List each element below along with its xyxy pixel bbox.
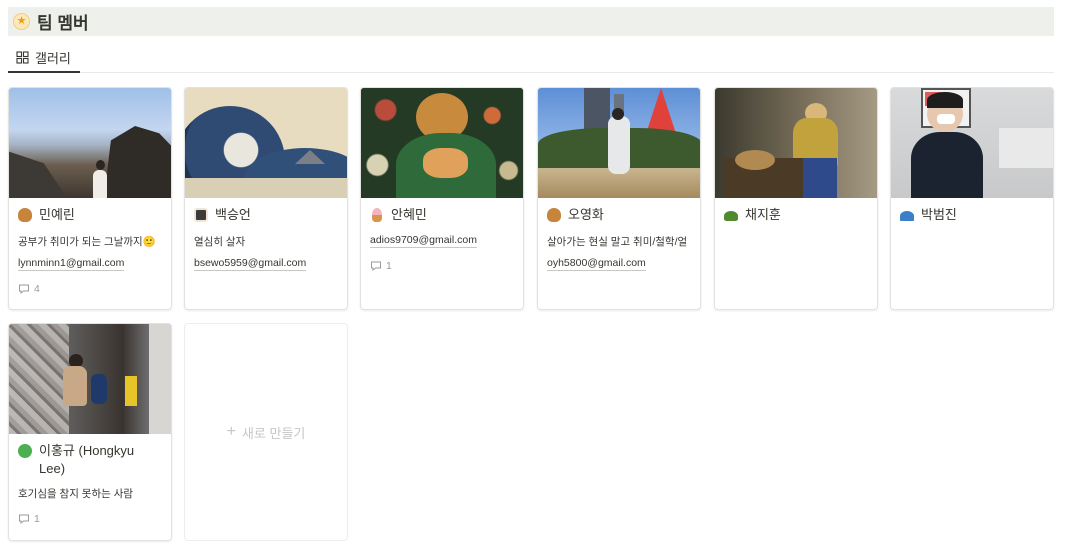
- card-title: 안혜민: [391, 207, 427, 222]
- card-title: 민예린: [39, 207, 75, 222]
- comment-icon: [19, 514, 29, 525]
- card-cover-image: [9, 324, 171, 434]
- page-title[interactable]: 팀 멤버: [37, 9, 89, 34]
- comment-icon: [371, 261, 381, 272]
- new-card-button[interactable]: + 새로 만들기: [184, 323, 348, 541]
- tab-gallery[interactable]: 갤러리: [8, 44, 80, 73]
- card-cover-image: [185, 88, 347, 198]
- card-title: 채지훈: [745, 207, 781, 222]
- card-email[interactable]: lynnminn1@gmail.com: [18, 257, 125, 271]
- gallery-card-4[interactable]: 오영화 살아가는 현실 말고 취미/철학/얼 oyh5800@gmail.com: [537, 87, 701, 310]
- comment-count: 1: [18, 513, 162, 525]
- card-title: 박범진: [921, 207, 957, 222]
- gallery-card-1[interactable]: 민예린 공부가 취미가 되는 그날까지🙂 lynnminn1@gmail.com…: [8, 87, 172, 310]
- gallery-grid-icon: [16, 51, 29, 64]
- ice-cream-icon: [372, 208, 382, 222]
- gallery-card-6[interactable]: 박범진: [890, 87, 1054, 310]
- blue-cap-icon: [900, 211, 914, 221]
- card-bio: 호기심을 참지 못하는 사람: [18, 488, 134, 500]
- card-email[interactable]: bsewo5959@gmail.com: [194, 257, 307, 271]
- squirrel-icon: [18, 208, 32, 222]
- card-email[interactable]: adios9709@gmail.com: [370, 234, 477, 248]
- card-cover-image: [538, 88, 700, 198]
- card-bio: 살아가는 현실 말고 취미/철학/얼: [547, 236, 688, 248]
- new-card-label: 새로 만들기: [241, 425, 306, 441]
- gallery-card-2[interactable]: 백승언 열심히 살자 bsewo5959@gmail.com: [184, 87, 348, 310]
- gallery-card-5[interactable]: 채지훈: [714, 87, 878, 310]
- card-email[interactable]: oyh5800@gmail.com: [547, 257, 646, 271]
- card-cover-image: [361, 88, 523, 198]
- avatar-icon: [194, 208, 208, 222]
- star-emoji-icon[interactable]: ★: [13, 13, 30, 30]
- card-cover-image: [891, 88, 1053, 198]
- card-bio: 열심히 살자: [194, 236, 246, 248]
- plus-icon: +: [226, 423, 236, 440]
- gallery-card-3[interactable]: 안혜민 adios9709@gmail.com 1: [360, 87, 524, 310]
- card-bio: 공부가 취미가 되는 그날까지🙂: [18, 236, 156, 248]
- card-title: 이홍규 (Hongkyu Lee): [39, 443, 135, 476]
- turtle-icon: [724, 211, 738, 221]
- squirrel-icon: [547, 208, 561, 222]
- view-tabs: 갤러리: [8, 44, 1054, 73]
- clover-icon: [18, 444, 32, 458]
- card-title: 백승언: [215, 207, 251, 222]
- card-title: 오영화: [568, 207, 604, 222]
- tab-label: 갤러리: [35, 51, 71, 66]
- card-cover-image: [9, 88, 171, 198]
- gallery-card-7[interactable]: 이홍규 (Hongkyu Lee) 호기심을 참지 못하는 사람 1: [8, 323, 172, 541]
- comment-count: 4: [18, 283, 162, 295]
- card-cover-image: [715, 88, 877, 198]
- comment-icon: [19, 284, 29, 295]
- page-header: ★ 팀 멤버: [8, 7, 1054, 36]
- comment-count: 1: [370, 260, 514, 272]
